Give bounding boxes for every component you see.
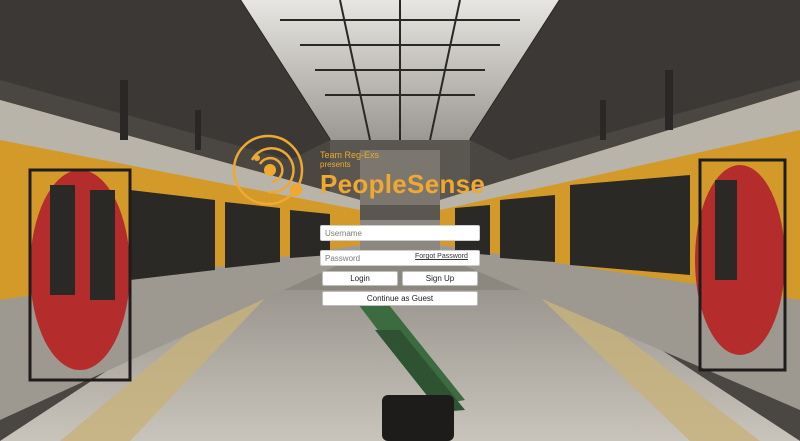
signup-button[interactable]: Sign Up — [402, 271, 478, 286]
app-title: PeopleSense — [320, 169, 486, 199]
continue-as-guest-button[interactable]: Continue as Guest — [322, 291, 478, 306]
login-button[interactable]: Login — [322, 271, 398, 286]
forgot-password-link[interactable]: Forgot Password — [415, 253, 468, 260]
username-input[interactable] — [320, 225, 480, 241]
orbit-logo-icon — [230, 128, 310, 208]
team-line: Team Reg-Exs — [320, 150, 380, 160]
presents-line: presents — [320, 160, 351, 169]
background-train-station — [0, 0, 800, 441]
